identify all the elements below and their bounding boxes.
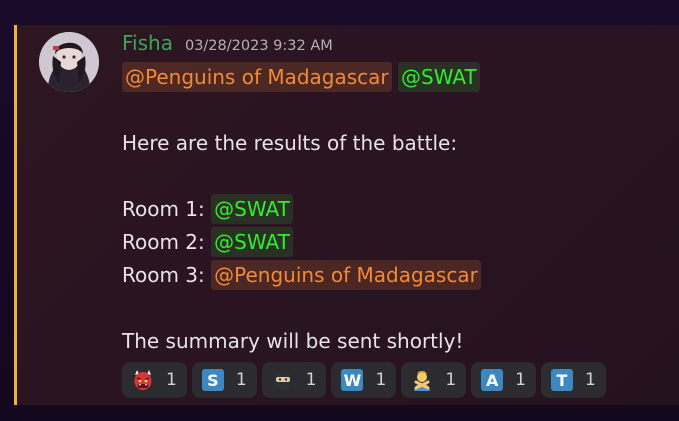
avatar[interactable]: [39, 32, 99, 92]
message-timestamp: 03/28/2023 9:32 AM: [184, 38, 333, 54]
chat-background: Fisha 03/28/2023 9:32 AM @Penguins of Ma…: [0, 0, 679, 421]
reaction-count: 1: [375, 370, 387, 390]
ogre-mask-icon: [132, 369, 154, 391]
reaction-w[interactable]: W 1: [331, 362, 397, 398]
ninja-icon: [272, 369, 294, 391]
reaction-t[interactable]: T 1: [540, 362, 606, 398]
role-mention-swat[interactable]: @SWAT: [211, 194, 293, 224]
reaction-gesture-no[interactable]: 1: [401, 362, 467, 398]
room-result: Room 2: @SWAT: [122, 226, 293, 259]
regional-letter: S: [201, 369, 224, 391]
reaction-s[interactable]: S 1: [191, 362, 257, 398]
reactions-bar: 1 S 1 1 W 1 1 A 1 T 1: [122, 362, 606, 398]
summary-text: The summary will be sent shortly!: [122, 329, 464, 353]
room-result: Room 3: @Penguins of Madagascar: [122, 259, 481, 292]
reaction-count: 1: [166, 370, 177, 390]
reaction-count: 1: [235, 370, 247, 390]
room-label: Room 1:: [122, 197, 205, 221]
regional-s-icon: S: [201, 369, 224, 391]
message-highlighted[interactable]: Fisha 03/28/2023 9:32 AM @Penguins of Ma…: [14, 25, 679, 405]
reaction-count: 1: [515, 370, 526, 390]
room-label: Room 2:: [122, 230, 205, 254]
intro-text: Here are the results of the battle:: [122, 131, 458, 155]
role-mention-penguins[interactable]: @Penguins of Madagascar: [211, 260, 481, 290]
reaction-a[interactable]: A 1: [471, 362, 536, 398]
regional-t-icon: T: [550, 369, 573, 391]
regional-a-icon: A: [481, 369, 504, 391]
role-mention-swat[interactable]: @SWAT: [211, 227, 293, 257]
regional-w-icon: W: [341, 369, 364, 391]
mentions-line: @Penguins of Madagascar @SWAT: [122, 61, 480, 94]
room-result: Room 1: @SWAT: [122, 193, 293, 226]
reaction-ninja[interactable]: 1: [261, 362, 327, 398]
role-mention-swat[interactable]: @SWAT: [398, 62, 480, 92]
regional-letter: A: [481, 369, 504, 391]
reaction-ogre[interactable]: 1: [122, 362, 187, 398]
room-label: Room 3:: [122, 263, 205, 287]
message-header: Fisha 03/28/2023 9:32 AM: [122, 31, 333, 55]
reaction-count: 1: [584, 370, 596, 390]
person-gesturing-no-icon: [411, 369, 433, 391]
author-name[interactable]: Fisha: [122, 31, 173, 55]
role-mention-penguins[interactable]: @Penguins of Madagascar: [122, 62, 392, 92]
regional-letter: T: [550, 369, 573, 391]
regional-letter: W: [341, 369, 364, 391]
reaction-count: 1: [445, 370, 457, 390]
reaction-count: 1: [305, 370, 317, 390]
